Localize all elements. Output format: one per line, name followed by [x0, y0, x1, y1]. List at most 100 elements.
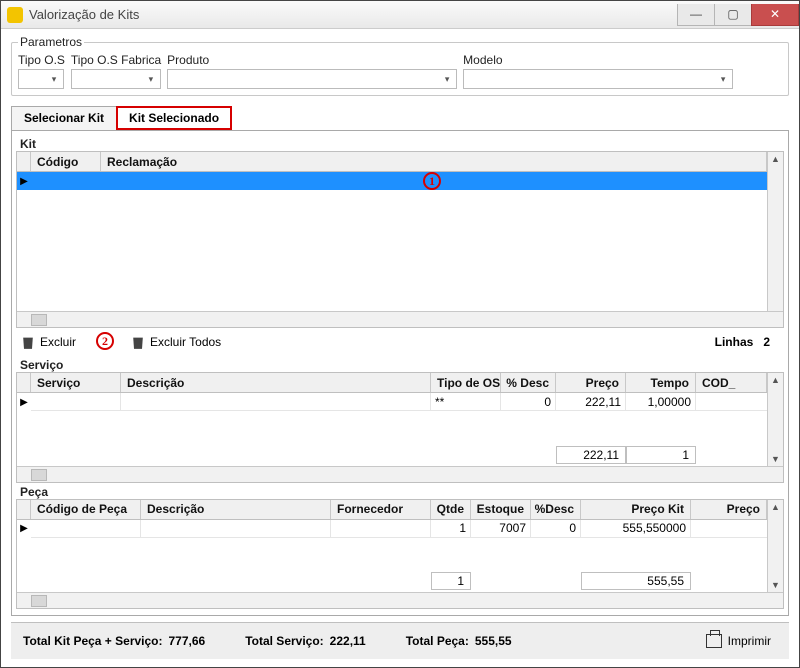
servico-vertical-scrollbar[interactable]: ▲ ▼: [767, 373, 783, 465]
servico-cell-tempo: 1,00000: [626, 393, 696, 411]
kit-col-codigo[interactable]: Código: [31, 152, 101, 171]
chevron-down-icon: ▾: [440, 72, 454, 86]
window-title: Valorização de Kits: [29, 7, 139, 22]
annotation-2: 2: [96, 332, 114, 350]
peca-totals-row: 1 555,55: [17, 570, 783, 592]
total-peca-pair: Total Peça: 555,55: [406, 634, 512, 648]
kit-grid[interactable]: Código Reclamação ▶ 1 ▲ ▼: [16, 151, 784, 328]
servico-col-tempo[interactable]: Tempo: [626, 373, 696, 392]
servico-col-servico[interactable]: Serviço: [31, 373, 121, 392]
total-kit-pair: Total Kit Peça + Serviço: 777,66: [23, 634, 205, 648]
row-indicator-icon: ▶: [17, 523, 31, 534]
peca-col-estoque[interactable]: Estoque: [471, 500, 531, 519]
linhas-label: Linhas: [715, 335, 754, 349]
total-peca-value: 555,55: [475, 634, 512, 648]
maximize-button[interactable]: ▢: [714, 4, 752, 26]
servico-col-pdesc[interactable]: % Desc: [501, 373, 556, 392]
servico-grid-header: Serviço Descrição Tipo de OS % Desc Preç…: [17, 373, 783, 393]
tab-kit-selecionado[interactable]: Kit Selecionado: [116, 106, 232, 130]
peca-cell-descricao: [141, 520, 331, 538]
peca-horizontal-scrollbar[interactable]: [17, 592, 783, 608]
label-tipo-os: Tipo O.S: [18, 53, 65, 67]
parametros-fieldset: Parametros Tipo O.S ▾ Tipo O.S Fabrica ▾…: [11, 35, 789, 96]
scroll-up-icon[interactable]: ▲: [768, 373, 783, 387]
kit-col-reclamacao[interactable]: Reclamação: [101, 152, 767, 171]
combo-produto[interactable]: ▾: [167, 69, 457, 89]
servico-col-descricao[interactable]: Descrição: [121, 373, 431, 392]
trash-icon: [20, 334, 36, 350]
scroll-up-icon[interactable]: ▲: [768, 500, 783, 514]
peca-cell-estoque: 7007: [471, 520, 531, 538]
peca-cell-fornecedor: [331, 520, 431, 538]
servico-cell-descricao: [121, 393, 431, 411]
minimize-button[interactable]: —: [677, 4, 715, 26]
peca-group-title: Peça: [16, 483, 784, 499]
peca-cell-codigo: [31, 520, 141, 538]
kit-group-title: Kit: [16, 135, 784, 151]
linhas-info: Linhas 2: [715, 335, 780, 349]
peca-total-preco-kit: 555,55: [581, 572, 691, 590]
servico-col-tipo-os[interactable]: Tipo de OS: [431, 373, 501, 392]
tab-selecionar-kit[interactable]: Selecionar Kit: [11, 106, 117, 130]
peca-col-codigo[interactable]: Código de Peça: [31, 500, 141, 519]
peca-col-preco[interactable]: Preço: [691, 500, 767, 519]
servico-grid[interactable]: Serviço Descrição Tipo de OS % Desc Preç…: [16, 372, 784, 482]
label-modelo: Modelo: [463, 53, 733, 67]
parametros-legend: Parametros: [18, 35, 84, 49]
excluir-todos-button[interactable]: Excluir Todos: [130, 334, 221, 350]
close-button[interactable]: ✕: [751, 4, 799, 26]
combo-tipo-os-fabrica[interactable]: ▾: [71, 69, 161, 89]
peca-cell-preco-kit: 555,550000: [581, 520, 691, 538]
servico-grid-body[interactable]: ▶ ** 0 222,11 1,00000: [17, 393, 783, 433]
kit-row-selected[interactable]: ▶: [17, 172, 783, 190]
combo-tipo-os[interactable]: ▾: [18, 69, 64, 89]
kit-horizontal-scrollbar[interactable]: [17, 311, 783, 327]
servico-cell-pdesc: 0: [501, 393, 556, 411]
servico-cell-tipo-os: **: [431, 393, 501, 411]
scroll-thumb[interactable]: [31, 469, 47, 481]
peca-col-pdesc[interactable]: %Desc: [531, 500, 581, 519]
scroll-thumb[interactable]: [31, 314, 47, 326]
servico-col-cod[interactable]: COD_: [696, 373, 767, 392]
servico-row[interactable]: ▶ ** 0 222,11 1,00000: [17, 393, 783, 411]
total-kit-label: Total Kit Peça + Serviço:: [23, 634, 163, 648]
peca-col-fornecedor[interactable]: Fornecedor: [331, 500, 431, 519]
total-kit-value: 777,66: [169, 634, 206, 648]
servico-total-tempo: 1: [626, 446, 696, 464]
imprimir-button[interactable]: Imprimir: [700, 633, 777, 649]
imprimir-label: Imprimir: [728, 634, 771, 648]
kit-vertical-scrollbar[interactable]: ▲ ▼: [767, 152, 783, 327]
scroll-thumb[interactable]: [31, 595, 47, 607]
scroll-down-icon[interactable]: ▼: [768, 452, 783, 466]
app-icon: [7, 7, 23, 23]
peca-grid[interactable]: Código de Peça Descrição Fornecedor Qtde…: [16, 499, 784, 609]
kit-toolbar: Excluir 2 Excluir Todos Linhas 2: [16, 328, 784, 356]
chevron-down-icon: ▾: [47, 72, 61, 86]
scroll-down-icon[interactable]: ▼: [768, 578, 783, 592]
chevron-down-icon: ▾: [716, 72, 730, 86]
linhas-value: 2: [763, 335, 770, 349]
servico-col-preco[interactable]: Preço: [556, 373, 626, 392]
titlebar: Valorização de Kits — ▢ ✕: [1, 1, 799, 29]
label-tipo-os-fabrica: Tipo O.S Fabrica: [71, 53, 161, 67]
peca-col-preco-kit[interactable]: Preço Kit: [581, 500, 691, 519]
servico-total-preco: 222,11: [556, 446, 626, 464]
kit-grid-body[interactable]: ▶ 1: [17, 172, 783, 311]
total-servico-label: Total Serviço:: [245, 634, 323, 648]
combo-modelo[interactable]: ▾: [463, 69, 733, 89]
peca-grid-body[interactable]: ▶ 1 7007 0 555,550000: [17, 520, 783, 560]
total-peca-label: Total Peça:: [406, 634, 469, 648]
peca-col-qtde[interactable]: Qtde: [431, 500, 471, 519]
servico-horizontal-scrollbar[interactable]: [17, 466, 783, 482]
excluir-button[interactable]: Excluir: [20, 334, 76, 350]
peca-cell-pdesc: 0: [531, 520, 581, 538]
content-area: Parametros Tipo O.S ▾ Tipo O.S Fabrica ▾…: [1, 29, 799, 667]
peca-cell-qtde: 1: [431, 520, 471, 538]
app-window: Valorização de Kits — ▢ ✕ Parametros Tip…: [0, 0, 800, 668]
peca-row[interactable]: ▶ 1 7007 0 555,550000: [17, 520, 783, 538]
scroll-up-icon[interactable]: ▲: [768, 152, 783, 166]
multi-trash-icon: [130, 334, 146, 350]
peca-vertical-scrollbar[interactable]: ▲ ▼: [767, 500, 783, 592]
peca-col-descricao[interactable]: Descrição: [141, 500, 331, 519]
chevron-down-icon: ▾: [144, 72, 158, 86]
